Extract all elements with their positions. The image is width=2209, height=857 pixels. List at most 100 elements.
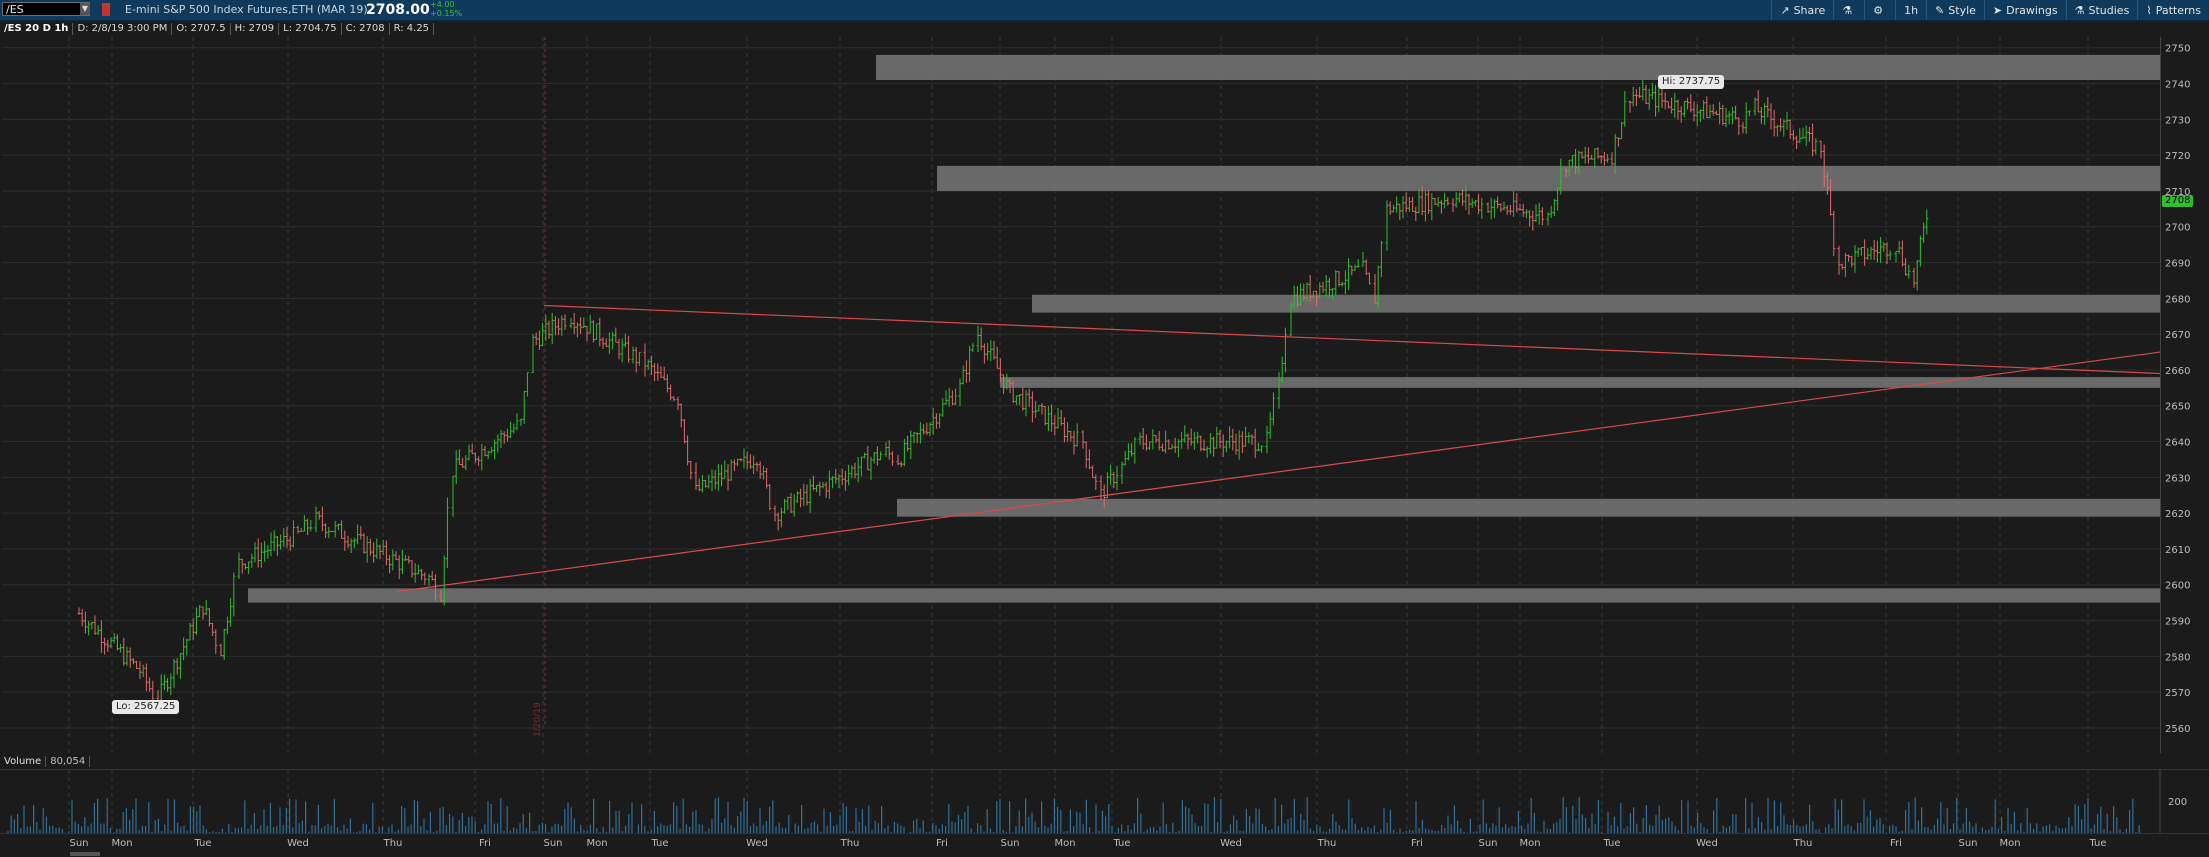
y-tick-label: 2750 bbox=[2165, 44, 2190, 55]
toolbar-item-1h[interactable]: 1h bbox=[1895, 0, 1926, 20]
y-tick-label: 2580 bbox=[2165, 652, 2190, 663]
bar-close: C: 2708 bbox=[342, 23, 390, 35]
zone-rect bbox=[876, 54, 2160, 80]
chart-id: /ES 20 D 1h bbox=[0, 23, 74, 35]
x-tick-label: Tue bbox=[650, 838, 668, 849]
x-tick-label: Sun bbox=[543, 838, 562, 849]
x-tick-label: Thu bbox=[840, 838, 860, 849]
bar-range: R: 4.25 bbox=[390, 23, 435, 35]
x-tick-label: Tue bbox=[1602, 838, 1620, 849]
toolbar-label: Style bbox=[1948, 3, 1976, 17]
x-tick-label: Mon bbox=[586, 838, 607, 849]
y-tick-label: 2680 bbox=[2165, 294, 2190, 305]
toolbar-label: Patterns bbox=[2155, 3, 2201, 17]
toolbar-item-drawings[interactable]: ➤ Drawings bbox=[1983, 0, 2066, 20]
toolbar: ↗ Share ⚗ ⚙ 1h ✎ Style ➤ Drawings ⚗ Studies ⌇ Patter… bbox=[1771, 0, 2209, 20]
zone-rect bbox=[1032, 294, 2160, 313]
volume-label: Volume bbox=[0, 755, 47, 767]
y-tick-label: 2560 bbox=[2165, 724, 2190, 735]
y-tick-label: 2640 bbox=[2165, 438, 2190, 449]
y-tick-label: 2730 bbox=[2165, 115, 2190, 126]
y-tick-label: 2700 bbox=[2165, 223, 2190, 234]
y-tick-label: 2620 bbox=[2165, 509, 2190, 520]
flask-icon: ⚗ bbox=[2074, 3, 2085, 17]
toolbar-item-share[interactable]: ↗ Share bbox=[1771, 0, 1833, 20]
pattern-icon: ⌇ bbox=[2146, 3, 2152, 17]
y-tick-label: 2720 bbox=[2165, 151, 2190, 162]
toolbar-item-flask-icon[interactable]: ⚗ bbox=[1833, 0, 1864, 20]
last-price-tag: 2708 bbox=[2162, 195, 2194, 207]
style-icon: ✎ bbox=[1935, 3, 1945, 17]
x-tick-label: Thu bbox=[383, 838, 403, 849]
bar-low: L: 2704.75 bbox=[279, 23, 342, 35]
x-tick-label: Wed bbox=[746, 838, 768, 849]
x-tick-label: Fri bbox=[936, 838, 948, 849]
y-tick-label: 2650 bbox=[2165, 402, 2190, 413]
x-tick-label: Fri bbox=[1890, 838, 1902, 849]
y-tick-label: 2670 bbox=[2165, 330, 2190, 341]
y-tick-label: 2690 bbox=[2165, 259, 2190, 270]
bar-date: D: 2/8/19 3:00 PM bbox=[73, 23, 173, 35]
toolbar-item-patterns[interactable]: ⌇ Patterns bbox=[2137, 0, 2209, 20]
scrollbar-thumb bbox=[70, 852, 100, 856]
x-tick-label: Thu bbox=[1317, 838, 1337, 849]
zone-rect bbox=[248, 588, 2160, 603]
toolbar-label: 1h bbox=[1904, 3, 1919, 17]
toolbar-item-style[interactable]: ✎ Style bbox=[1926, 0, 1984, 20]
zone-rect bbox=[1000, 377, 2160, 388]
x-tick-label: Tue bbox=[193, 838, 211, 849]
x-tick-label: Fri bbox=[479, 838, 491, 849]
toolbar-label: Drawings bbox=[2006, 3, 2058, 17]
x-tick-label: Mon bbox=[111, 838, 132, 849]
change-absolute: +4.00 bbox=[430, 0, 455, 9]
toolbar-item-studies[interactable]: ⚗ Studies bbox=[2065, 0, 2138, 20]
trendline bbox=[543, 304, 2161, 375]
flask-icon: ⚗ bbox=[1842, 3, 1853, 17]
y-tick-label: 2600 bbox=[2165, 581, 2190, 592]
toolbar-item-gear-icon[interactable]: ⚙ bbox=[1864, 0, 1895, 20]
x-tick-label: Sun bbox=[69, 838, 88, 849]
bar-open: O: 2707.5 bbox=[172, 23, 231, 35]
change-percent: +0.15% bbox=[430, 9, 463, 18]
instrument-description: E-mini S&P 500 Index Futures,ETH (MAR 19… bbox=[125, 3, 368, 16]
toolbar-label: Share bbox=[1793, 3, 1826, 17]
price-chart[interactable]: 2560 2570 2580 2590 2600 2610 2620 2630 2640 2650… bbox=[0, 37, 2209, 753]
y-tick-label: 2570 bbox=[2165, 688, 2190, 699]
x-tick-label: Sun bbox=[1958, 838, 1977, 849]
y-tick-label: 2590 bbox=[2165, 617, 2190, 628]
chart-info-bar: /ES 20 D 1h D: 2/8/19 3:00 PM O: 2707.5 … bbox=[0, 21, 435, 37]
y-tick-label: 2610 bbox=[2165, 545, 2190, 556]
time-axis: Sun Mon Tue Wed Thu Fri Sun Mon Tue Wed Thu Fri Sun M… bbox=[0, 833, 2209, 856]
bar-high: H: 2709 bbox=[231, 23, 280, 35]
x-tick-label: Wed bbox=[1696, 838, 1718, 849]
x-tick-label: Fri bbox=[1411, 838, 1423, 849]
high-marker: Hi: 2737.75 bbox=[1658, 75, 1725, 89]
symbol-input[interactable]: /ES bbox=[2, 2, 90, 16]
volume-chart[interactable]: 200 bbox=[0, 769, 2209, 833]
x-tick-label: Wed bbox=[1220, 838, 1242, 849]
top-bar: /ES ▼ E-mini S&P 500 Index Futures,ETH (… bbox=[0, 0, 2209, 21]
last-price: 2708.00 bbox=[366, 2, 430, 18]
gear-icon: ⚙ bbox=[1873, 3, 1884, 17]
x-tick-label: Sun bbox=[1000, 838, 1019, 849]
flag-icon[interactable] bbox=[102, 3, 110, 16]
y-tick-label: 2630 bbox=[2165, 473, 2190, 484]
x-tick-label: Thu bbox=[1793, 838, 1813, 849]
x-tick-label: Sun bbox=[1478, 838, 1497, 849]
axis-divider bbox=[2160, 37, 2161, 753]
x-tick-label: Mon bbox=[1999, 838, 2020, 849]
x-tick-label: Tue bbox=[1112, 838, 1130, 849]
x-tick-label: Wed bbox=[287, 838, 309, 849]
zone-rect bbox=[937, 165, 2160, 191]
low-marker: Lo: 2567.25 bbox=[112, 700, 180, 714]
volume-axis-label: 200 bbox=[2168, 797, 2187, 808]
x-tick-label: Tue bbox=[2088, 838, 2106, 849]
y-tick-label: 2740 bbox=[2165, 80, 2190, 91]
y-tick-label: 2660 bbox=[2165, 366, 2190, 377]
x-tick-label: Mon bbox=[1519, 838, 1540, 849]
volume-total: 80,054 bbox=[46, 755, 91, 767]
toolbar-label: Studies bbox=[2088, 3, 2130, 17]
volume-header: Volume 80,054 bbox=[0, 753, 91, 769]
chevron-down-icon[interactable]: ▼ bbox=[80, 3, 90, 15]
x-tick-label: Mon bbox=[1054, 838, 1075, 849]
